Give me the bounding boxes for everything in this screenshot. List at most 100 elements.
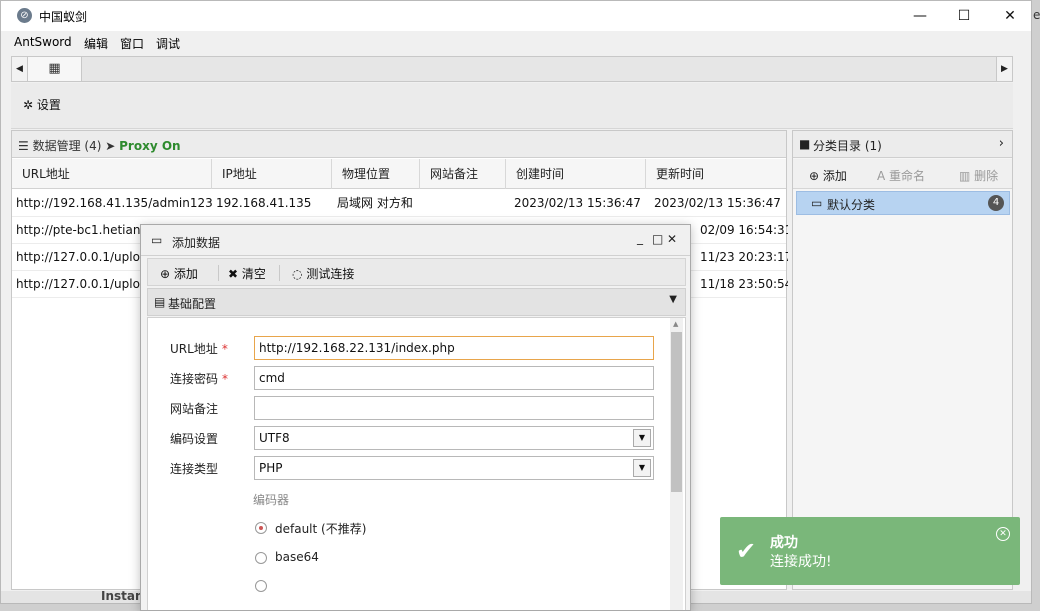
list-icon: ☰	[18, 139, 29, 153]
cell-location: 局域网 对方和	[337, 196, 413, 210]
encoding-value: UTF8	[259, 431, 290, 445]
folder-icon: ■	[799, 137, 811, 151]
note-label: 网站备注	[170, 402, 219, 416]
dialog-close-icon[interactable]: ✕	[667, 232, 677, 246]
col-location[interactable]: 物理位置	[332, 159, 420, 189]
plus-circle-icon: ⊕	[809, 169, 820, 183]
dialog-test-label: 测试连接	[306, 267, 355, 281]
background-edge-fragment: e	[1033, 8, 1040, 22]
encoder-default-radio[interactable]	[255, 522, 267, 534]
category-item-label: 默认分类	[827, 198, 876, 212]
col-note[interactable]: 网站备注	[420, 159, 506, 189]
toast-title: 成功	[770, 535, 798, 551]
form-scrollbar[interactable]: ▲	[670, 318, 683, 610]
required-mark: *	[222, 372, 229, 386]
category-count-badge: 4	[988, 195, 1004, 211]
cell-created: 2023/02/13 15:36:47	[514, 196, 641, 210]
encoding-label: 编码设置	[170, 432, 219, 446]
type-value: PHP	[259, 461, 283, 475]
antsword-logo-icon: ⊘	[17, 8, 32, 23]
paper-plane-icon: ➤	[105, 139, 116, 153]
cell-updated: 2023/02/13 15:36:47	[654, 196, 781, 210]
category-rename-button[interactable]: A 重命名	[877, 167, 925, 184]
dialog-toolbar: ⊕ 添加 ✖ 清空 ◌ 测试连接	[147, 258, 686, 286]
maximize-button[interactable]: ☐	[953, 5, 975, 27]
tab-scroll-right-icon[interactable]: ▶	[996, 57, 1012, 81]
data-panel-title: 数据管理 (4)	[32, 139, 102, 153]
spinner-icon: ◌	[292, 267, 303, 281]
menu-debug[interactable]: 调试	[156, 35, 180, 52]
type-select[interactable]: PHP ▼	[254, 456, 654, 480]
cell-updated: 11/18 23:50:54	[700, 277, 788, 291]
cell-note	[420, 190, 506, 217]
menu-window[interactable]: 窗口	[120, 35, 144, 52]
category-delete-label: 删除	[974, 169, 999, 183]
check-icon: ✔	[736, 537, 757, 565]
menu-edit[interactable]: 编辑	[84, 35, 108, 52]
encoder-default-label: default (不推荐)	[275, 522, 367, 536]
chevron-down-icon[interactable]: ▼	[669, 294, 677, 305]
settings-label: 设置	[36, 98, 61, 112]
basic-config-form: URL地址 * http://192.168.22.131/index.php 连…	[147, 317, 686, 610]
add-data-dialog: ▭ 添加数据 _ □ ✕ ⊕ 添加 ✖ 清空 ◌ 测试连接 ▤ 基础配置 ▼ U…	[140, 224, 691, 611]
note-input[interactable]	[254, 396, 654, 420]
dialog-minimize-icon[interactable]: _	[637, 231, 643, 245]
encoding-select[interactable]: UTF8 ▼	[254, 426, 654, 450]
settings-button[interactable]: ✲ 设置	[23, 96, 61, 113]
col-created[interactable]: 创建时间	[506, 159, 646, 189]
minimize-button[interactable]: —	[909, 5, 931, 27]
required-mark: *	[221, 342, 228, 356]
category-header: ■ 分类目录 (1) ›	[793, 131, 1012, 158]
title-bar: ⊘ 中国蚁剑 — ☐ ✕	[1, 1, 1031, 31]
dialog-add-button[interactable]: ⊕ 添加	[160, 265, 198, 282]
category-rename-label: 重命名	[889, 169, 926, 183]
main-toolbar: ✲ 设置	[11, 83, 1013, 129]
toast-message: 连接成功!	[770, 554, 832, 570]
cell-updated: 02/09 16:54:31	[700, 223, 788, 237]
toast-close-icon[interactable]: ✕	[996, 527, 1010, 541]
toolbar-divider	[218, 265, 219, 281]
category-toolbar: ⊕ 添加 A 重命名 ▥ 删除	[793, 159, 1012, 189]
dialog-clear-label: 清空	[241, 267, 266, 281]
dialog-add-label: 添加	[173, 267, 198, 281]
cell-url: http://192.168.41.135/admin123.p	[16, 196, 212, 210]
dialog-maximize-icon[interactable]: □	[652, 232, 663, 246]
type-label: 连接类型	[170, 462, 219, 476]
encoder-next-radio[interactable]	[255, 580, 267, 592]
menu-antsword[interactable]: AntSword	[14, 35, 72, 49]
dialog-title: 添加数据	[172, 236, 221, 250]
category-title: 分类目录 (1)	[813, 139, 882, 153]
grid-header: URL地址 IP地址 物理位置 网站备注 创建时间 更新时间	[12, 159, 786, 189]
col-url[interactable]: URL地址	[12, 159, 212, 189]
chevron-down-icon: ▼	[633, 429, 651, 447]
section-basic-config[interactable]: ▤ 基础配置 ▼	[147, 288, 686, 316]
col-updated[interactable]: 更新时间	[646, 159, 786, 189]
scroll-up-icon[interactable]: ▲	[673, 320, 678, 328]
close-window-button[interactable]: ✕	[999, 5, 1021, 27]
scrollbar-thumb[interactable]	[671, 332, 682, 492]
encoder-base64-radio[interactable]	[255, 552, 267, 564]
table-row[interactable]: http://192.168.41.135/admin123.p 192.168…	[12, 190, 786, 217]
trash-icon: ▥	[959, 169, 971, 183]
home-tab-grid-icon[interactable]: ▦	[28, 57, 82, 81]
tab-scroll-left-icon[interactable]: ◀	[12, 57, 28, 81]
url-input[interactable]: http://192.168.22.131/index.php	[254, 336, 654, 360]
password-label: 连接密码	[170, 372, 219, 386]
chevron-right-icon[interactable]: ›	[999, 136, 1004, 151]
data-panel-header: ☰ 数据管理 (4) ➤ Proxy On	[12, 131, 786, 158]
category-delete-button[interactable]: ▥ 删除	[959, 167, 998, 184]
menu-bar: AntSword 编辑 窗口 调试	[1, 31, 1031, 53]
success-toast: ✔ 成功 连接成功! ✕	[720, 517, 1020, 585]
dialog-clear-button[interactable]: ✖ 清空	[228, 265, 266, 282]
category-item-default[interactable]: ▭ 默认分类 4	[796, 191, 1010, 215]
password-input[interactable]: cmd	[254, 366, 654, 390]
dialog-test-button[interactable]: ◌ 测试连接	[292, 265, 354, 282]
encoder-label: 编码器	[253, 493, 290, 507]
font-icon: A	[877, 169, 886, 183]
window-title: 中国蚁剑	[39, 10, 88, 24]
category-add-button[interactable]: ⊕ 添加	[809, 167, 847, 184]
cell-updated: 11/23 20:23:17	[700, 250, 788, 264]
col-ip[interactable]: IP地址	[212, 159, 332, 189]
dialog-title-bar: ▭ 添加数据 _ □ ✕	[141, 225, 690, 256]
window-icon: ▭	[151, 233, 163, 247]
